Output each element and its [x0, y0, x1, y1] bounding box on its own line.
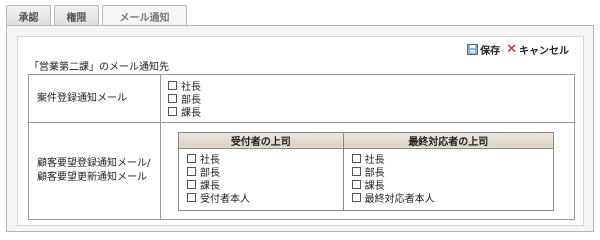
checkbox-label: 課長	[181, 108, 201, 119]
save-icon	[467, 44, 479, 55]
tab-bar: 承認 権限 メール通知	[6, 5, 187, 27]
content-area: 保存 ✕ キャンセル 「営業第二課」のメール通知先 案件登録通知メール 社長 部…	[17, 36, 584, 226]
checkbox-option[interactable]: 部長	[168, 92, 574, 106]
checkbox-option[interactable]: 受付者本人	[187, 191, 343, 205]
row-label-line1: 顧客要望登録通知メール/	[37, 158, 151, 169]
cancel-label: キャンセル	[519, 46, 569, 57]
row-label: 案件登録通知メール	[28, 74, 161, 123]
checkbox[interactable]	[187, 192, 196, 202]
checkbox-label: 最終対応者本人	[364, 193, 435, 205]
checkbox[interactable]	[351, 179, 361, 189]
cancel-button[interactable]: ✕ キャンセル	[506, 41, 569, 58]
options-cell: 受付者の上司 最終対応者の上司 社長 部長 課長 受付者本人 社長 部長 課長 …	[160, 122, 575, 220]
column-header: 最終対応者の上司	[342, 131, 555, 149]
cancel-icon: ✕	[506, 41, 517, 57]
section-title: 「営業第二課」のメール通知先	[29, 62, 169, 73]
table-row: 顧客要望登録通知メール/ 顧客要望更新通知メール 受付者の上司 最終対応者の上司	[28, 122, 575, 220]
checkbox-option[interactable]: 課長	[168, 105, 574, 119]
checkbox-option[interactable]: 社長	[168, 79, 574, 93]
tab-permissions[interactable]: 権限	[54, 5, 99, 26]
checkbox[interactable]	[187, 166, 196, 176]
options-cell: 社長 部長 課長	[160, 74, 575, 123]
superior-table: 受付者の上司 最終対応者の上司 社長 部長 課長 受付者本人 社長 部長 課長 …	[178, 131, 555, 211]
checkbox[interactable]	[187, 179, 196, 189]
checkbox[interactable]	[351, 192, 361, 202]
checkbox[interactable]	[187, 153, 196, 163]
toolbar: 保存 ✕ キャンセル	[467, 42, 569, 57]
checkbox[interactable]	[351, 166, 361, 176]
options-cell: 社長 部長 課長	[342, 147, 555, 211]
checkbox-label: 受付者本人	[200, 193, 250, 205]
table-row: 案件登録通知メール 社長 部長 課長	[28, 74, 575, 123]
tab-panel: 保存 ✕ キャンセル 「営業第二課」のメール通知先 案件登録通知メール 社長 部…	[6, 25, 594, 232]
save-button[interactable]: 保存	[467, 42, 500, 57]
checkbox-option[interactable]: 最終対応者本人	[351, 191, 553, 205]
notification-table: 案件登録通知メール 社長 部長 課長 顧客要望登録通知メール/ 顧客要望更新通知…	[28, 74, 575, 220]
row-label: 顧客要望登録通知メール/ 顧客要望更新通知メール	[28, 122, 161, 220]
tab-mail-notification[interactable]: メール通知	[102, 5, 187, 27]
checkbox[interactable]	[168, 94, 177, 103]
checkbox[interactable]	[168, 107, 177, 116]
save-label: 保存	[480, 46, 501, 57]
column-header: 受付者の上司	[178, 131, 344, 149]
row-label-line2: 顧客要望更新通知メール	[37, 172, 147, 183]
options-cell: 社長 部長 課長	[178, 147, 344, 211]
tab-approval[interactable]: 承認	[6, 5, 51, 26]
checkbox[interactable]	[168, 81, 177, 90]
checkbox[interactable]	[351, 153, 361, 163]
